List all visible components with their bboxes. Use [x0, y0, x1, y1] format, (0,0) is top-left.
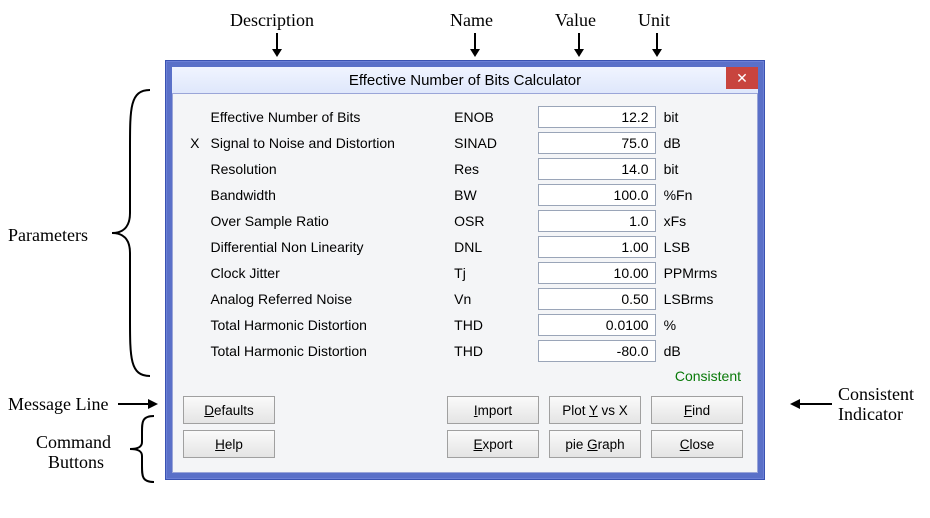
param-description: Bandwidth — [207, 182, 451, 208]
param-description: Over Sample Ratio — [207, 208, 451, 234]
param-description: Analog Referred Noise — [207, 286, 451, 312]
param-name: THD — [450, 338, 533, 364]
param-description: Total Harmonic Distortion — [207, 338, 451, 364]
status-indicator: Consistent — [675, 368, 741, 384]
brace-icon — [120, 414, 160, 487]
param-value-input[interactable] — [538, 314, 656, 336]
anno-name: Name — [450, 10, 493, 31]
param-unit: dB — [660, 338, 743, 364]
anno-command-buttons-l1: Command — [36, 432, 111, 453]
anno-unit: Unit — [638, 10, 670, 31]
close-button[interactable]: Close — [651, 430, 743, 458]
anno-command-buttons-l2: Buttons — [48, 452, 104, 473]
param-value-input[interactable] — [538, 262, 656, 284]
param-row: Differential Non LinearityDNL LSB — [183, 234, 743, 260]
param-description: Resolution — [207, 156, 451, 182]
param-value-input[interactable] — [538, 236, 656, 258]
param-mark — [183, 208, 207, 234]
close-window-button[interactable]: ✕ — [726, 67, 758, 89]
parameters-table: Effective Number of BitsENOBbitXSignal t… — [183, 104, 743, 364]
param-unit: bit — [660, 156, 743, 182]
message-line: Consistent — [183, 364, 743, 390]
titlebar: Effective Number of Bits Calculator ✕ — [172, 67, 758, 93]
param-name: OSR — [450, 208, 533, 234]
param-value-input[interactable] — [538, 132, 656, 154]
find-button[interactable]: Find — [651, 396, 743, 424]
anno-message-line: Message Line — [8, 394, 108, 415]
param-row: Over Sample RatioOSR xFs — [183, 208, 743, 234]
param-mark — [183, 260, 207, 286]
plot-button[interactable]: Plot Y vs X — [549, 396, 641, 424]
param-row: Clock JitterTj PPMrms — [183, 260, 743, 286]
param-row: Effective Number of BitsENOB bit — [183, 104, 743, 130]
param-name: DNL — [450, 234, 533, 260]
param-mark — [183, 234, 207, 260]
param-unit: dB — [660, 130, 743, 156]
arrow-down-icon — [468, 33, 482, 57]
defaults-button[interactable]: Defaults — [183, 396, 275, 424]
help-button[interactable]: Help — [183, 430, 275, 458]
param-name: Res — [450, 156, 533, 182]
param-value-input[interactable] — [538, 158, 656, 180]
export-button[interactable]: Export — [447, 430, 539, 458]
param-mark — [183, 286, 207, 312]
param-mark: X — [183, 130, 207, 156]
anno-consistent-l1: Consistent — [838, 384, 914, 405]
anno-parameters: Parameters — [8, 225, 88, 246]
param-unit: %Fn — [660, 182, 743, 208]
param-description: Signal to Noise and Distortion — [207, 130, 451, 156]
anno-value: Value — [555, 10, 596, 31]
param-name: Tj — [450, 260, 533, 286]
pie-graph-button[interactable]: pie Graph — [549, 430, 641, 458]
close-icon: ✕ — [736, 71, 748, 85]
param-value-input[interactable] — [538, 288, 656, 310]
param-mark — [183, 104, 207, 130]
param-name: BW — [450, 182, 533, 208]
param-value-input[interactable] — [538, 210, 656, 232]
param-name: THD — [450, 312, 533, 338]
anno-consistent-l2: Indicator — [838, 404, 903, 425]
param-description: Total Harmonic Distortion — [207, 312, 451, 338]
brace-icon — [100, 88, 160, 381]
arrow-left-icon — [788, 397, 832, 411]
param-value-input[interactable] — [538, 184, 656, 206]
client-area: Effective Number of BitsENOBbitXSignal t… — [172, 93, 758, 473]
arrow-down-icon — [270, 33, 284, 57]
param-row: Total Harmonic DistortionTHD% — [183, 312, 743, 338]
arrow-down-icon — [572, 33, 586, 57]
param-description: Clock Jitter — [207, 260, 451, 286]
param-row: Analog Referred NoiseVn LSBrms — [183, 286, 743, 312]
param-mark — [183, 182, 207, 208]
dialog-window: Effective Number of Bits Calculator ✕ Ef… — [165, 60, 765, 480]
param-unit: PPMrms — [660, 260, 743, 286]
param-unit: LSB — [660, 234, 743, 260]
param-unit: % — [660, 312, 743, 338]
param-name: ENOB — [450, 104, 533, 130]
anno-description: Description — [230, 10, 314, 31]
param-row: XSignal to Noise and DistortionSINAD dB — [183, 130, 743, 156]
arrow-down-icon — [650, 33, 664, 57]
param-mark — [183, 338, 207, 364]
param-name: Vn — [450, 286, 533, 312]
param-row: BandwidthBW %Fn — [183, 182, 743, 208]
param-mark — [183, 156, 207, 182]
param-description: Effective Number of Bits — [207, 104, 451, 130]
param-name: SINAD — [450, 130, 533, 156]
param-unit: xFs — [660, 208, 743, 234]
arrow-right-icon — [118, 397, 158, 411]
import-button[interactable]: Import — [447, 396, 539, 424]
param-mark — [183, 312, 207, 338]
param-unit: LSBrms — [660, 286, 743, 312]
param-description: Differential Non Linearity — [207, 234, 451, 260]
param-unit: bit — [660, 104, 743, 130]
param-row: Total Harmonic DistortionTHD dB — [183, 338, 743, 364]
window-title: Effective Number of Bits Calculator — [349, 72, 581, 89]
param-value-input[interactable] — [538, 340, 656, 362]
param-value-input[interactable] — [538, 106, 656, 128]
param-row: ResolutionRes bit — [183, 156, 743, 182]
